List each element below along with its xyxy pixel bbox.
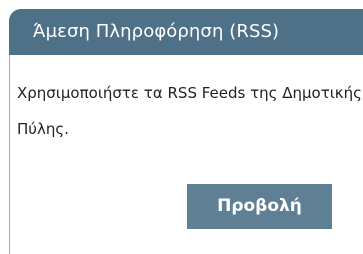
widget-title: Άμεση Πληροφόρηση (RSS) xyxy=(33,21,280,42)
widget-header: Άμεση Πληροφόρηση (RSS) xyxy=(9,9,363,55)
rss-widget: Άμεση Πληροφόρηση (RSS) Χρησιμοποιήστε τ… xyxy=(0,0,363,254)
view-button[interactable]: Προβολή xyxy=(187,184,332,229)
widget-body: Χρησιμοποιήστε τα RSS Feeds της Δημοτική… xyxy=(9,55,363,254)
widget-description: Χρησιμοποιήστε τα RSS Feeds της Δημοτική… xyxy=(17,84,362,138)
